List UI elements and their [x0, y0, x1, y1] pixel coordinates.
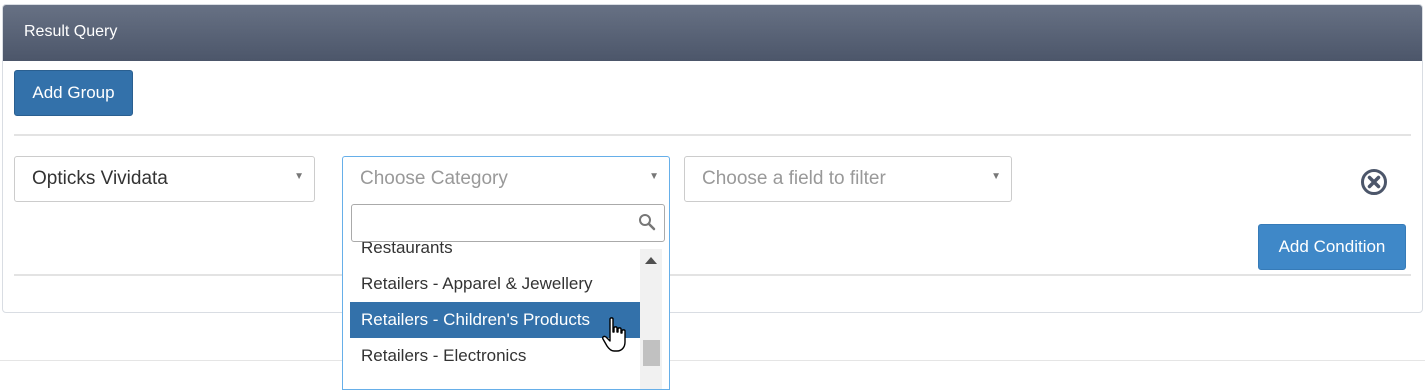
search-icon — [639, 214, 656, 231]
category-search-input[interactable] — [351, 204, 665, 242]
circle-x-icon[interactable] — [1360, 168, 1388, 196]
list-item[interactable]: Retailers - Electronics — [350, 338, 640, 374]
hand-cursor-icon — [602, 317, 626, 352]
scroll-up-arrow-icon[interactable] — [645, 257, 657, 264]
panel-title: Result Query — [24, 23, 118, 40]
divider — [14, 134, 1411, 136]
category-placeholder: Choose Category — [360, 168, 508, 189]
caret-down-icon: ▼ — [294, 171, 304, 182]
divider — [0, 360, 1425, 361]
field-placeholder: Choose a field to filter — [702, 168, 886, 189]
caret-down-icon: ▼ — [649, 171, 659, 182]
field-select[interactable]: Choose a field to filter ▼ — [684, 156, 1012, 202]
caret-down-icon: ▼ — [991, 171, 1001, 182]
list-item[interactable]: Retailers - Apparel & Jewellery — [350, 266, 640, 302]
scrollbar[interactable] — [640, 249, 662, 389]
source-value: Opticks Vividata — [32, 168, 168, 189]
source-select[interactable]: Opticks Vividata ▼ — [14, 156, 315, 202]
divider — [14, 274, 1411, 276]
category-options-list: Restaurants Retailers - Apparel & Jewell… — [350, 242, 640, 382]
add-condition-button[interactable]: Add Condition — [1258, 224, 1406, 270]
list-item[interactable]: Restaurants — [350, 242, 640, 266]
category-dropdown: Restaurants Retailers - Apparel & Jewell… — [342, 200, 670, 390]
scroll-thumb[interactable] — [643, 340, 660, 366]
add-group-button[interactable]: Add Group — [14, 70, 133, 116]
list-item-highlighted[interactable]: Retailers - Children's Products — [350, 302, 640, 338]
category-select[interactable]: Choose Category ▼ — [342, 156, 670, 202]
panel-header: Result Query — [3, 5, 1422, 61]
